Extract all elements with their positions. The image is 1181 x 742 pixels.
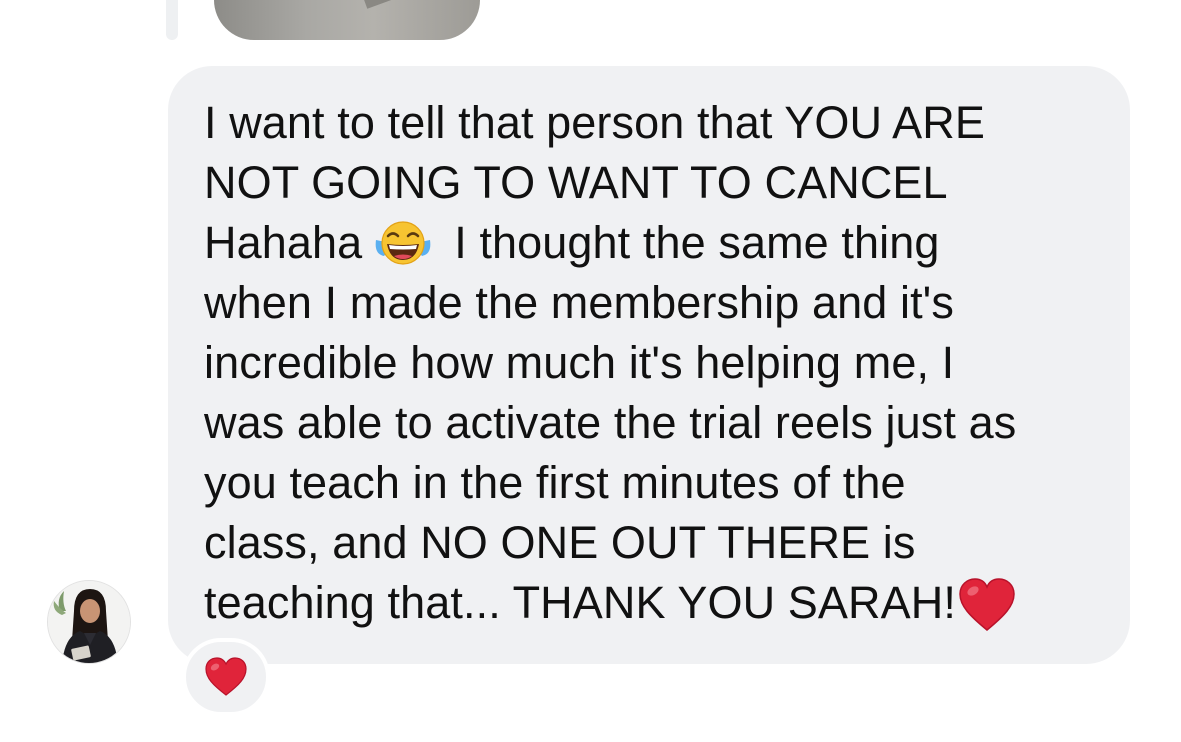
message-line: NOT GOING TO WANT TO CANCEL [204, 157, 948, 208]
message-fragment: I thought the same thing [454, 217, 940, 268]
message-text: I want to tell that person that YOU ARE … [204, 93, 1100, 633]
avatar[interactable] [47, 580, 131, 664]
image-detail [362, 0, 396, 9]
message-line: you teach in the first minutes of the [204, 457, 906, 508]
message-line: was able to activate the trial reels jus… [204, 397, 1017, 448]
message-line: I want to tell that person that YOU ARE [204, 97, 985, 148]
message-fragment: Hahaha [204, 217, 363, 268]
message-line: teaching that... THANK YOU SARAH! [204, 573, 1100, 633]
red-heart-icon [205, 657, 247, 696]
message-bubble[interactable]: I want to tell that person that YOU ARE … [168, 66, 1130, 664]
message-line: class, and NO ONE OUT THERE is [204, 517, 916, 568]
chat-screen: I want to tell that person that YOU ARE … [0, 0, 1181, 742]
red-heart-icon [958, 578, 1016, 632]
message-line: incredible how much it's helping me, I [204, 337, 955, 388]
avatar-image [48, 581, 130, 663]
previous-image-attachment[interactable] [214, 0, 480, 40]
reaction-badge[interactable] [182, 638, 270, 716]
thread-line [166, 0, 178, 40]
message-line: when I made the membership and it's [204, 277, 954, 328]
face-with-tears-of-joy-icon [374, 220, 432, 266]
message-fragment: teaching that... THANK YOU SARAH! [204, 577, 956, 628]
message-line: Hahaha I thought the same thing [204, 213, 1100, 273]
